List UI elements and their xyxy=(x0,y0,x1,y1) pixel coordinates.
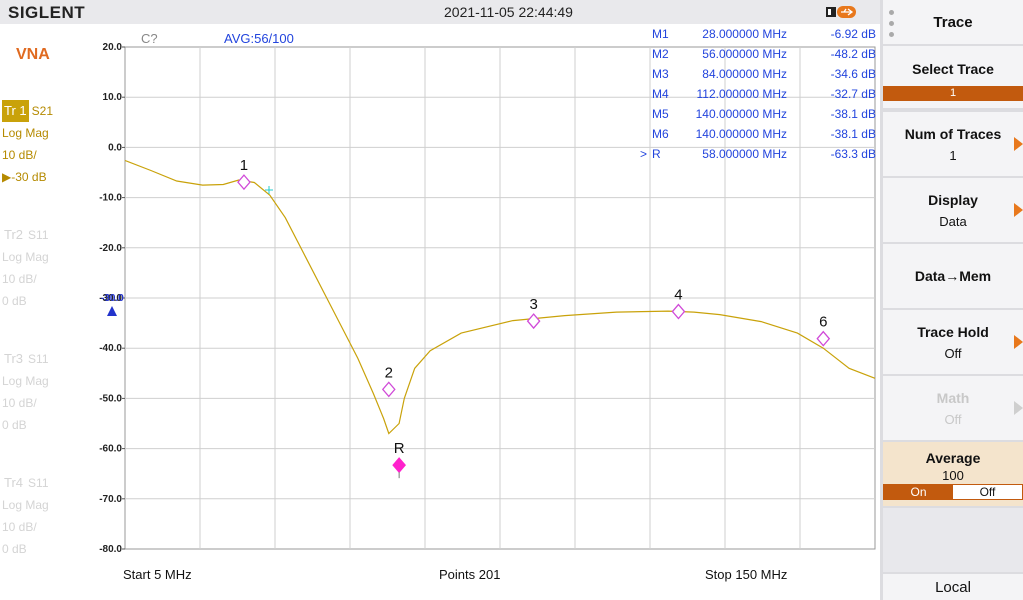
submenu-arrow-icon xyxy=(1014,401,1023,415)
marker-table-value: -63.3 dB xyxy=(831,147,876,161)
marker-table-value: -6.92 dB xyxy=(831,27,876,41)
marker-1-label: 1 xyxy=(240,157,248,174)
marker-2-label: 2 xyxy=(385,364,393,381)
marker-6-symbol xyxy=(816,330,831,347)
average-button[interactable]: Average 100 On Off xyxy=(883,442,1023,506)
y-tick-label: -20.0 xyxy=(99,243,122,254)
marker-R-symbol xyxy=(392,457,406,474)
stop-freq[interactable]: Stop 150 MHz xyxy=(705,567,787,582)
marker-2-symbol xyxy=(381,381,396,398)
start-freq[interactable]: Start 5 MHz xyxy=(123,567,192,582)
marker-table-freq: 84.000000 MHz xyxy=(702,67,787,81)
average-on-option[interactable]: On xyxy=(884,485,953,499)
marker-table-name: R xyxy=(652,147,661,161)
marker-4-label: 4 xyxy=(674,287,682,304)
display-button[interactable]: Display Data xyxy=(883,178,1023,242)
marker-table-value: -48.2 dB xyxy=(831,47,876,61)
usb-icon xyxy=(826,6,856,18)
empty-softkey xyxy=(883,508,1023,572)
marker-table-freq: 112.000000 MHz xyxy=(696,87,787,101)
submenu-arrow-icon xyxy=(1014,137,1023,151)
y-tick-label: -10.0 xyxy=(99,193,122,204)
marker-table-value: -34.6 dB xyxy=(831,67,876,81)
math-button[interactable]: Math Off xyxy=(883,376,1023,440)
marker-3-symbol xyxy=(526,313,541,330)
points-count[interactable]: Points 201 xyxy=(439,567,500,582)
marker-table-name: M4 xyxy=(652,87,669,101)
selected-trace-value: 1 xyxy=(883,86,1023,101)
marker-table-freq: 140.000000 MHz xyxy=(696,107,787,121)
data-to-mem-button[interactable]: Data→Mem xyxy=(883,244,1023,308)
y-tick-label: 10.0 xyxy=(103,92,123,103)
marker-1-symbol xyxy=(237,174,251,191)
y-tick-label: -50.0 xyxy=(99,393,122,404)
marker-6-label: 6 xyxy=(819,314,827,331)
active-marker-indicator: > xyxy=(640,147,647,161)
trace-plot[interactable]: 20.0 10.0 0.0 -10.0 -20.0 -30.0 -40.0 -50.0 -60.… xyxy=(0,24,880,600)
marker-table-value: -38.1 dB xyxy=(831,127,876,141)
average-off-option[interactable]: Off xyxy=(953,485,1022,499)
submenu-arrow-icon xyxy=(1014,203,1023,217)
ref-level-arrow-icon xyxy=(107,306,117,316)
brand-logo: SIGLENT xyxy=(8,3,86,22)
marker-3-label: 3 xyxy=(529,296,537,313)
marker-R-label: R xyxy=(394,440,405,457)
menu-title: Trace xyxy=(883,0,1023,44)
marker-table-name: M3 xyxy=(652,67,669,81)
average-toggle[interactable]: On Off xyxy=(883,484,1023,500)
cal-status: C? xyxy=(141,31,158,46)
trace-hold-button[interactable]: Trace Hold Off xyxy=(883,310,1023,374)
marker-table-name: M2 xyxy=(652,47,669,61)
y-tick-label: -70.0 xyxy=(99,494,122,505)
y-tick-label: -60.0 xyxy=(99,444,122,455)
softkey-panel: Trace Select Trace 1 Num of Traces 1 Dis… xyxy=(880,0,1023,600)
datetime-display: 2021-11-05 22:44:49 xyxy=(444,4,573,20)
marker-table-name: M6 xyxy=(652,127,669,141)
ref-level-value: -30.0 xyxy=(101,293,124,304)
marker-table-freq: 28.000000 MHz xyxy=(702,27,787,41)
y-tick-label: -40.0 xyxy=(99,343,122,354)
submenu-arrow-icon xyxy=(1014,335,1023,349)
local-button[interactable]: Local xyxy=(883,574,1023,600)
y-tick-label: 20.0 xyxy=(103,42,123,53)
marker-table-freq: 140.000000 MHz xyxy=(696,127,787,141)
top-status-bar: SIGLENT 2021-11-05 22:44:49 xyxy=(0,0,880,24)
y-tick-label: 0.0 xyxy=(108,142,122,153)
select-trace-button[interactable]: Select Trace 1 xyxy=(883,46,1023,108)
marker-table-value: -38.1 dB xyxy=(831,107,876,121)
marker-table-name: M1 xyxy=(652,27,669,41)
marker-table-freq: 58.000000 MHz xyxy=(702,147,787,161)
marker-table-freq: 56.000000 MHz xyxy=(702,47,787,61)
num-traces-button[interactable]: Num of Traces 1 xyxy=(883,112,1023,176)
marker-table-name: M5 xyxy=(652,107,669,121)
y-tick-label: -80.0 xyxy=(99,544,122,555)
marker-table-value: -32.7 dB xyxy=(831,87,876,101)
marker-4-symbol xyxy=(671,303,686,320)
avg-status: AVG:56/100 xyxy=(224,31,294,46)
drag-handle-icon[interactable] xyxy=(889,10,894,43)
